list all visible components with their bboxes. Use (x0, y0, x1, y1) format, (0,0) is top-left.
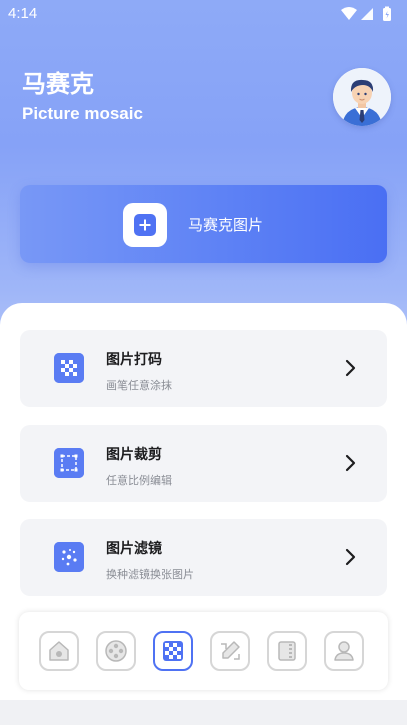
mosaic-checker-icon (54, 353, 84, 383)
chevron-right-icon (345, 454, 356, 472)
card-title: 图片裁剪 (106, 447, 162, 463)
user-icon (334, 641, 354, 661)
card-subtitle: 任意比例编辑 (106, 474, 172, 487)
card-subtitle: 换种滤镜换张图片 (106, 568, 194, 581)
tab-film[interactable] (267, 631, 307, 671)
status-bar: 4:14 (0, 0, 407, 30)
home-icon (49, 641, 69, 661)
hero-label: 马赛克图片 (188, 216, 264, 234)
chevron-right-icon (345, 548, 356, 566)
pencil-icon (221, 641, 240, 660)
crop-icon (54, 448, 84, 478)
film-strip-icon (278, 641, 296, 661)
chevron-right-icon (345, 359, 356, 377)
card-subtitle: 画笔任意涂抹 (106, 379, 172, 392)
filter-icon (54, 542, 84, 572)
avatar[interactable] (333, 68, 391, 126)
film-reel-icon (105, 640, 127, 662)
battery-icon (383, 6, 391, 21)
mosaic-picture-button[interactable]: 马赛克图片 (20, 185, 387, 263)
wifi-icon (341, 7, 357, 20)
tab-mosaic[interactable] (153, 631, 193, 671)
bottom-strip (0, 700, 407, 725)
status-time: 4:14 (8, 5, 38, 22)
tab-video[interactable] (96, 631, 136, 671)
tab-edit[interactable] (210, 631, 250, 671)
signal-icon (361, 8, 373, 20)
card-picture-mosaic[interactable]: 图片打码 画笔任意涂抹 (20, 330, 387, 407)
add-icon-container (123, 203, 167, 247)
bottom-tab-bar (19, 612, 388, 690)
card-title: 图片滤镜 (106, 541, 162, 557)
mosaic-icon (163, 641, 183, 661)
add-icon (134, 214, 156, 236)
tab-home[interactable] (39, 631, 79, 671)
card-title: 图片打码 (106, 352, 162, 368)
tab-profile[interactable] (324, 631, 364, 671)
card-picture-filter[interactable]: 图片滤镜 换种滤镜换张图片 (20, 519, 387, 596)
status-icons (339, 6, 399, 24)
page-subtitle: Picture mosaic (22, 104, 143, 123)
page-title: 马赛克 (22, 70, 94, 98)
card-picture-crop[interactable]: 图片裁剪 任意比例编辑 (20, 425, 387, 502)
avatar-user-icon (333, 68, 391, 126)
